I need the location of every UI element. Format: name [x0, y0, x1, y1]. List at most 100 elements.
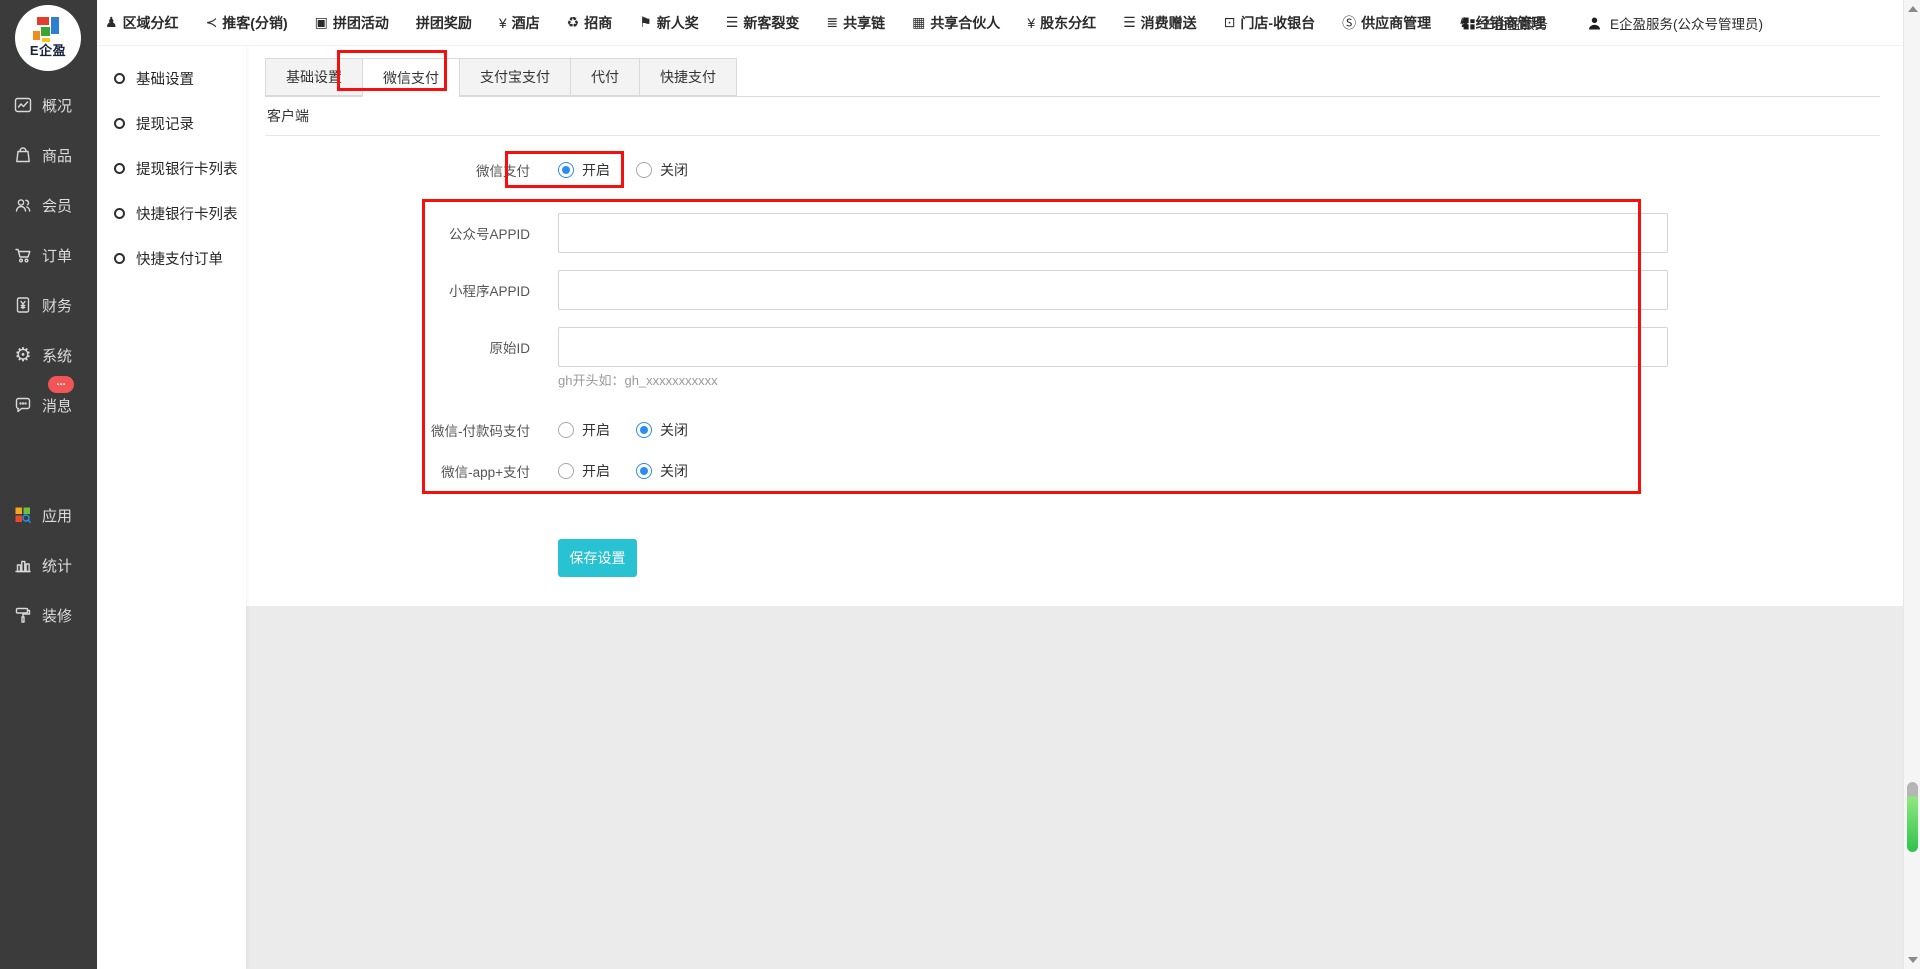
- topnav-item-shareholder-dividend[interactable]: ¥ 股东分红: [1027, 13, 1096, 33]
- menu-lines-icon: ☰: [1123, 14, 1136, 31]
- topnav-label: 推客(分销): [222, 13, 287, 33]
- users-icon: [13, 195, 33, 215]
- topnav-item-share-partner[interactable]: ▦共享合伙人: [912, 13, 1000, 33]
- app-pay-on-option[interactable]: 开启: [558, 461, 610, 481]
- submenu-item-quick-pay-orders[interactable]: 快捷支付订单: [97, 236, 246, 281]
- submenu-item-basic-settings[interactable]: 基础设置: [97, 56, 246, 101]
- sidebar-item-messages[interactable]: 消息 ...: [0, 385, 97, 425]
- sidebar-item-label: 系统: [42, 345, 72, 366]
- topnav-label: 股东分红: [1040, 13, 1096, 33]
- topnav-label: 消费赠送: [1141, 13, 1197, 33]
- field-label: 微信-app+支付: [246, 461, 530, 481]
- submenu-item-withdrawal-records[interactable]: 提现记录: [97, 101, 246, 146]
- share-icon: ≺: [206, 14, 218, 31]
- circle-icon: [114, 118, 125, 129]
- wechat-pay-on-option[interactable]: 开启: [558, 160, 610, 180]
- tab-wechat-pay[interactable]: 微信支付: [362, 58, 459, 97]
- topnav-item-share-chain[interactable]: ≣共享链: [826, 13, 885, 33]
- topnav-item-consumption-gift[interactable]: ☰ 消费赠送: [1123, 13, 1197, 33]
- topnav-item-supplier-management[interactable]: Ⓢ供应商管理: [1342, 13, 1431, 33]
- topnav-item-region-dividend[interactable]: ♟区域分红: [105, 13, 179, 33]
- topnav-item-investment[interactable]: ♻招商: [567, 13, 613, 33]
- sidebar-item-decorate[interactable]: 装修: [0, 595, 97, 635]
- submenu-item-quick-bankcards[interactable]: 快捷银行卡列表: [97, 191, 246, 236]
- tab-alipay[interactable]: 支付宝支付: [459, 58, 570, 96]
- sidebar-item-label: 订单: [42, 245, 72, 266]
- account-menu[interactable]: E企盈服务(公众号管理员): [1586, 13, 1763, 33]
- flag-icon: ⚑: [639, 14, 652, 31]
- original-id-hint: gh开头如：gh_xxxxxxxxxxx: [558, 370, 718, 389]
- topnav-label: 共享合伙人: [930, 13, 1000, 33]
- sidebar-item-label: 消息: [42, 395, 72, 416]
- submenu-label: 快捷银行卡列表: [136, 203, 238, 224]
- radio-checked-icon[interactable]: [636, 422, 652, 438]
- topnav-item-groupbuy-reward[interactable]: 拼团奖励: [416, 13, 472, 33]
- radio-checked-icon[interactable]: [558, 162, 574, 178]
- radio-unchecked-icon[interactable]: [558, 422, 574, 438]
- topnav-item-hotel[interactable]: ¥酒店: [499, 13, 540, 33]
- topnav-label: 供应商管理: [1361, 13, 1431, 33]
- apps-grid-icon: [13, 505, 33, 525]
- tab-daifu[interactable]: 代付: [570, 58, 639, 96]
- topnav-label: 区域分红: [123, 13, 179, 33]
- topnav-label: 招商: [584, 13, 612, 33]
- circle-icon: [114, 163, 125, 174]
- shopping-bag-icon: [13, 145, 33, 165]
- sidebar-item-system[interactable]: ⚙ 系统: [0, 335, 97, 375]
- scan-pay-on-option[interactable]: 开启: [558, 420, 610, 440]
- topnav-item-store-cashier[interactable]: ⊡门店-收银台: [1224, 13, 1315, 33]
- sidebar-item-orders[interactable]: 订单: [0, 235, 97, 275]
- gzh-appid-input[interactable]: [558, 213, 1668, 253]
- sidebar-item-members[interactable]: 会员: [0, 185, 97, 225]
- topnav-item-customer-fission[interactable]: ☰新客裂变: [726, 13, 800, 33]
- submenu-label: 提现记录: [136, 113, 194, 134]
- topnav-item-distribution[interactable]: ≺推客(分销): [206, 13, 288, 33]
- radio-label: 开启: [582, 420, 610, 440]
- sidebar-item-label: 会员: [42, 195, 72, 216]
- radio-unchecked-icon[interactable]: [636, 162, 652, 178]
- menu-lines-icon: ☰: [726, 14, 739, 31]
- sidebar-item-goods[interactable]: 商品: [0, 135, 97, 175]
- radio-unchecked-icon[interactable]: [558, 463, 574, 479]
- form-row-scan-pay: 微信-付款码支付 开启 关闭: [246, 416, 688, 444]
- topnav-label: 新客裂变: [743, 13, 799, 33]
- tab-basic-settings[interactable]: 基础设置: [265, 58, 362, 96]
- original-id-input[interactable]: [558, 327, 1668, 367]
- wechat-pay-off-option[interactable]: 关闭: [636, 160, 688, 180]
- radio-checked-icon[interactable]: [636, 463, 652, 479]
- service-menu[interactable]: E企盈服务: [1461, 13, 1548, 33]
- submenu-item-withdrawal-bankcards[interactable]: 提现银行卡列表: [97, 146, 246, 191]
- app-logo[interactable]: E企盈: [15, 5, 81, 71]
- sidebar-item-finance[interactable]: 财务: [0, 285, 97, 325]
- sidebar: E企盈 概况 商品 会员: [0, 0, 97, 969]
- sidebar-item-label: 财务: [42, 295, 72, 316]
- circle-icon: [114, 253, 125, 264]
- scroll-up-arrow-icon[interactable]: [1908, 6, 1918, 12]
- topnav-item-groupbuy-activity[interactable]: ▣拼团活动: [315, 13, 389, 33]
- yen-icon: ¥: [1027, 15, 1035, 31]
- paint-roller-icon: [13, 605, 33, 625]
- app-pay-off-option[interactable]: 关闭: [636, 461, 688, 481]
- field-label: 小程序APPID: [246, 280, 530, 300]
- sidebar-item-label: 商品: [42, 145, 72, 166]
- save-settings-button[interactable]: 保存设置: [558, 539, 637, 577]
- topnav-label: 共享链: [843, 13, 885, 33]
- topnav-item-newcomer-award[interactable]: ⚑新人奖: [639, 13, 699, 33]
- scan-pay-radio-group: 开启 关闭: [558, 420, 688, 440]
- bar-chart-icon: [13, 555, 33, 575]
- submenu-label: 基础设置: [136, 68, 194, 89]
- wechat-pay-radio-group: 开启 关闭: [558, 160, 688, 180]
- scrollbar-thumb[interactable]: [1907, 782, 1918, 852]
- scroll-down-arrow-icon[interactable]: [1908, 957, 1918, 963]
- sidebar-item-overview[interactable]: 概况: [0, 85, 97, 125]
- sidebar-item-stats[interactable]: 统计: [0, 545, 97, 585]
- page-scrollbar[interactable]: [1903, 0, 1920, 969]
- scan-pay-off-option[interactable]: 关闭: [636, 420, 688, 440]
- sidebar-item-label: 统计: [42, 555, 72, 576]
- s-circle-icon: Ⓢ: [1342, 13, 1356, 33]
- mini-appid-input[interactable]: [558, 270, 1668, 310]
- sidebar-item-apps[interactable]: 应用: [0, 495, 97, 535]
- tab-quick-pay[interactable]: 快捷支付: [639, 58, 737, 96]
- logo-text: E企盈: [30, 40, 66, 59]
- field-label: 原始ID: [246, 337, 530, 357]
